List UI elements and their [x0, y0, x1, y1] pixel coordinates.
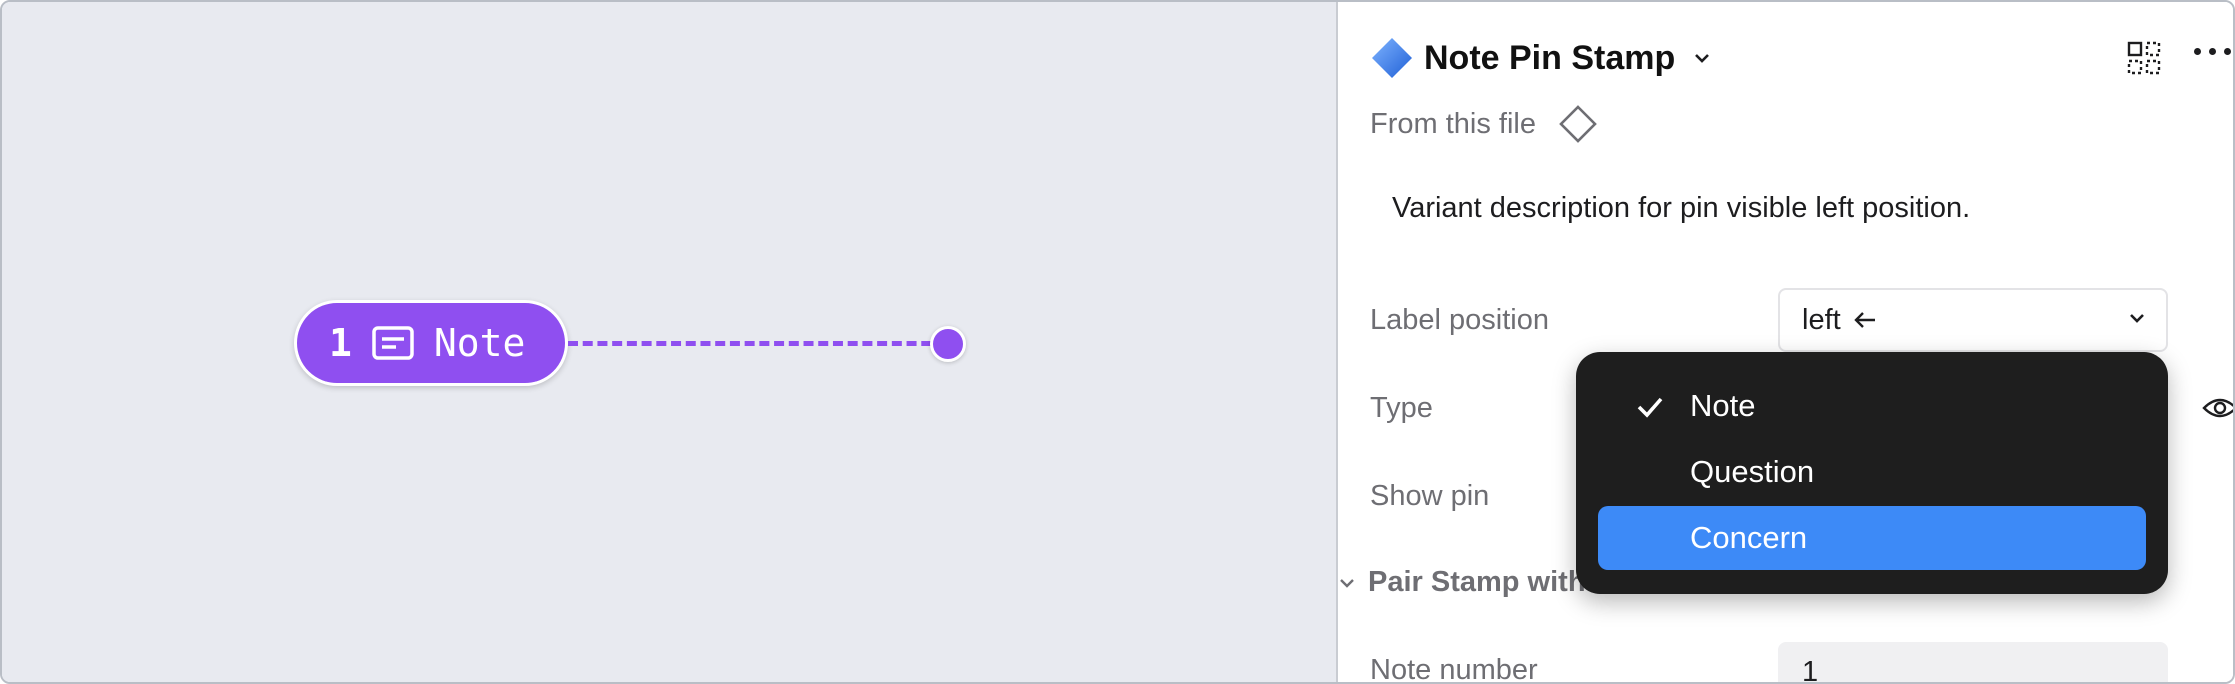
section-title: Pair Stamp with — [1368, 566, 1586, 598]
show-pin-label: Show pin — [1370, 480, 1490, 512]
go-to-main-component-icon[interactable] — [1558, 104, 1598, 144]
menu-item-label: Concern — [1690, 520, 1808, 555]
note-number-value: 1 — [1802, 655, 1819, 684]
source-label: From this file — [1370, 107, 1536, 140]
label-position-label: Label position — [1370, 304, 1549, 336]
visibility-toggle-icon[interactable] — [2200, 388, 2233, 428]
type-dropdown-menu: Note Question Concern — [1576, 352, 2168, 594]
menu-item-question[interactable]: Question — [1598, 440, 2146, 504]
note-number-label: Note number — [1370, 654, 1538, 684]
pin-label: Note — [433, 321, 526, 365]
type-label: Type — [1370, 392, 1433, 424]
canvas[interactable]: 1 Note — [2, 2, 1338, 682]
note-pin-stamp[interactable]: 1 Note — [294, 300, 568, 386]
app-window: 1 Note Note Pin Stamp From this file Var… — [0, 0, 2235, 684]
note-number-input[interactable]: 1 — [1778, 642, 2168, 684]
more-options-icon[interactable] — [2194, 48, 2231, 68]
menu-item-label: Question — [1690, 454, 1815, 489]
label-position-select[interactable]: left — [1778, 288, 2168, 352]
pin-anchor-dot[interactable] — [930, 326, 966, 362]
component-diamond-icon — [1370, 36, 1414, 80]
pair-stamp-section[interactable]: Pair Stamp with — [1338, 566, 1586, 599]
note-icon — [372, 326, 414, 360]
menu-item-label: Note — [1690, 388, 1756, 423]
pin-connector-line — [568, 341, 946, 346]
component-header: Note Pin Stamp — [1370, 36, 1711, 80]
menu-item-note[interactable]: Note — [1598, 374, 2146, 438]
pin-number: 1 — [329, 321, 352, 365]
menu-item-concern[interactable]: Concern — [1598, 506, 2146, 570]
chevron-down-icon — [1338, 577, 1360, 589]
label-position-value: left — [1802, 303, 1841, 336]
checkmark-icon — [1636, 396, 1664, 418]
select-layers-icon[interactable] — [2126, 40, 2162, 76]
chevron-down-icon[interactable] — [1693, 52, 1711, 64]
arrow-left-icon — [1853, 310, 1877, 330]
chevron-down-icon — [2128, 312, 2146, 324]
variant-description: Variant description for pin visible left… — [1392, 192, 1971, 224]
component-title: Note Pin Stamp — [1424, 38, 1676, 77]
source-row: From this file — [1370, 104, 1598, 144]
